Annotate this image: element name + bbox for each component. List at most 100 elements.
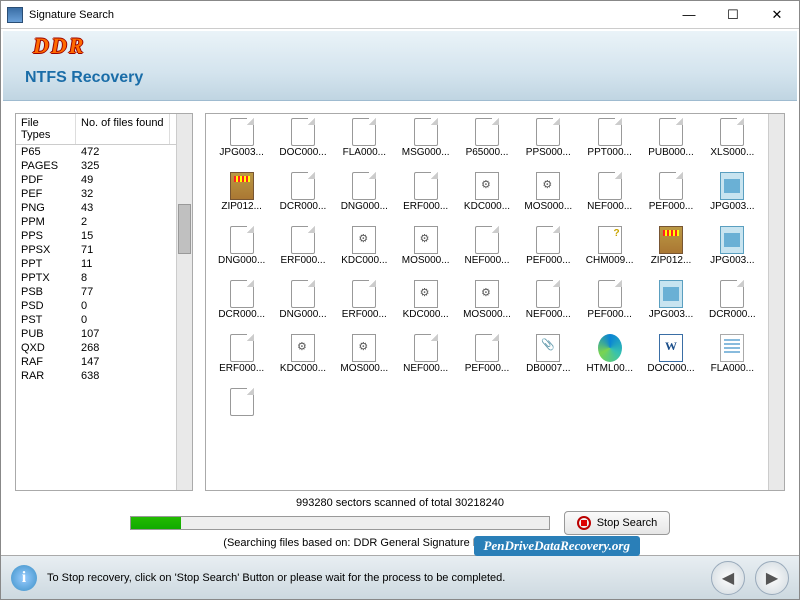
file-item[interactable]: DNG000... <box>335 172 394 224</box>
cell-count: 32 <box>76 187 98 201</box>
scrollbar-thumb[interactable] <box>178 204 191 254</box>
col-header-types[interactable]: File Types <box>16 114 76 144</box>
file-item[interactable]: FLA000... <box>703 334 762 386</box>
stop-icon <box>577 516 591 530</box>
file-item[interactable]: ERF000... <box>212 334 271 386</box>
file-item[interactable]: DCR000... <box>703 280 762 332</box>
file-item[interactable]: NEF000... <box>457 226 516 278</box>
file-item[interactable]: KDC000... <box>273 334 332 386</box>
col-header-count[interactable]: No. of files found <box>76 114 170 144</box>
file-item[interactable]: DB0007... <box>519 334 578 386</box>
table-row[interactable]: PPTX8 <box>16 271 176 285</box>
forward-button[interactable]: ▶ <box>755 561 789 595</box>
table-row[interactable]: PSB77 <box>16 285 176 299</box>
gear-file-icon <box>536 172 560 200</box>
file-item[interactable]: PEF000... <box>580 280 639 332</box>
table-row[interactable]: RAF147 <box>16 355 176 369</box>
file-item[interactable]: PUB000... <box>641 118 700 170</box>
file-label: MSG000... <box>402 147 450 158</box>
table-row[interactable]: PPSX71 <box>16 243 176 257</box>
progress-bar <box>130 516 550 530</box>
table-row[interactable]: PUB107 <box>16 327 176 341</box>
left-scrollbar[interactable] <box>176 114 192 490</box>
table-row[interactable]: PST0 <box>16 313 176 327</box>
blank-file-icon <box>720 280 744 308</box>
file-item[interactable]: MOS000... <box>335 334 394 386</box>
file-item[interactable]: DOC000... <box>273 118 332 170</box>
file-item[interactable]: NEF000... <box>519 280 578 332</box>
blank-file-icon <box>352 280 376 308</box>
table-row[interactable]: PPS15 <box>16 229 176 243</box>
file-item[interactable]: NEF000... <box>580 172 639 224</box>
right-scrollbar[interactable] <box>768 114 784 490</box>
file-item[interactable]: JPG003... <box>703 172 762 224</box>
file-item[interactable]: HTML00... <box>580 334 639 386</box>
back-button[interactable]: ◀ <box>711 561 745 595</box>
edge-file-icon <box>598 334 622 362</box>
file-item[interactable]: DCR000... <box>212 280 271 332</box>
cell-count: 2 <box>76 215 92 229</box>
file-item[interactable]: ERF000... <box>273 226 332 278</box>
file-label: XLS000... <box>710 147 754 158</box>
table-row[interactable]: QXD268 <box>16 341 176 355</box>
table-row[interactable]: PEF32 <box>16 187 176 201</box>
file-label: DNG000... <box>218 255 265 266</box>
file-label: ERF000... <box>280 255 325 266</box>
file-item[interactable]: KDC000... <box>335 226 394 278</box>
file-item[interactable]: ERF000... <box>335 280 394 332</box>
file-item[interactable]: ZIP012... <box>212 172 271 224</box>
table-row[interactable]: PNG43 <box>16 201 176 215</box>
file-item[interactable]: MOS000... <box>457 280 516 332</box>
file-item[interactable]: PEF000... <box>641 172 700 224</box>
file-item[interactable]: JPG003... <box>212 118 271 170</box>
stop-search-button[interactable]: Stop Search <box>564 511 671 535</box>
file-item[interactable]: ERF000... <box>396 172 455 224</box>
table-row[interactable]: PPT11 <box>16 257 176 271</box>
file-label: DOC000... <box>279 147 326 158</box>
file-item[interactable]: MSG000... <box>396 118 455 170</box>
file-item[interactable]: KDC000... <box>457 172 516 224</box>
blank-file-icon <box>536 118 560 146</box>
file-item[interactable]: PEF000... <box>457 334 516 386</box>
file-item[interactable]: DNG000... <box>212 226 271 278</box>
file-item[interactable]: KDC000... <box>396 280 455 332</box>
blank-file-icon <box>230 388 254 416</box>
file-item[interactable]: MOS000... <box>519 172 578 224</box>
cell-count: 77 <box>76 285 98 299</box>
file-item[interactable]: JPG003... <box>703 226 762 278</box>
table-row[interactable]: PDF49 <box>16 173 176 187</box>
file-item[interactable]: FLA000... <box>335 118 394 170</box>
minimize-button[interactable]: — <box>667 2 711 28</box>
file-item[interactable]: PPS000... <box>519 118 578 170</box>
file-item[interactable]: XLS000... <box>703 118 762 170</box>
cell-type: PST <box>16 313 76 327</box>
cell-count: 43 <box>76 201 98 215</box>
table-row[interactable]: PAGES325 <box>16 159 176 173</box>
file-item[interactable]: PPT000... <box>580 118 639 170</box>
cell-count: 15 <box>76 229 98 243</box>
file-item[interactable]: DOC000... <box>641 334 700 386</box>
cell-type: PUB <box>16 327 76 341</box>
table-row[interactable]: RAR638 <box>16 369 176 383</box>
table-row[interactable]: PPM2 <box>16 215 176 229</box>
file-label: PEF000... <box>587 309 631 320</box>
table-row[interactable]: P65472 <box>16 145 176 159</box>
cell-count: 325 <box>76 159 104 173</box>
file-item[interactable]: P65000... <box>457 118 516 170</box>
file-item[interactable]: JPG003... <box>641 280 700 332</box>
file-item[interactable]: ZIP012... <box>641 226 700 278</box>
gear-file-icon <box>475 280 499 308</box>
table-row[interactable]: PSD0 <box>16 299 176 313</box>
file-item[interactable]: DCR000... <box>273 172 332 224</box>
file-item[interactable]: MOS000... <box>396 226 455 278</box>
maximize-button[interactable]: ☐ <box>711 2 755 28</box>
file-item[interactable]: PEF000... <box>519 226 578 278</box>
cell-type: PPM <box>16 215 76 229</box>
clip-file-icon <box>536 334 560 362</box>
cell-type: PNG <box>16 201 76 215</box>
file-item[interactable]: CHM009... <box>580 226 639 278</box>
file-item[interactable]: DNG000... <box>273 280 332 332</box>
close-button[interactable]: ✕ <box>755 2 799 28</box>
file-item[interactable]: NEF000... <box>396 334 455 386</box>
file-item[interactable] <box>212 388 271 440</box>
